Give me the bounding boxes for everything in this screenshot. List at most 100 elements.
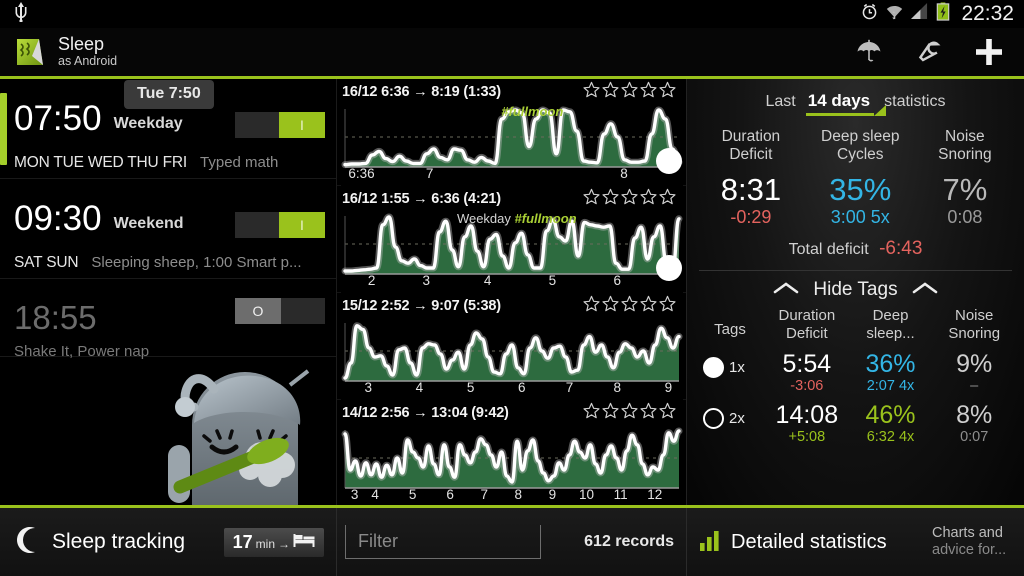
tag-bullet-icon xyxy=(703,356,724,378)
star-icon[interactable] xyxy=(640,188,657,210)
sleep-record-card[interactable]: 15/12 2:52 → 9:07 (5:38) 3 4 5 6 7 8 9 xyxy=(337,293,686,400)
action-bar-actions xyxy=(852,35,1024,69)
rating-stars[interactable] xyxy=(583,188,680,210)
axis-label: 10 xyxy=(579,487,595,502)
star-icon[interactable] xyxy=(602,295,619,317)
star-icon[interactable] xyxy=(640,295,657,317)
hide-tags-button[interactable]: Hide Tags xyxy=(687,271,1024,303)
star-icon[interactable] xyxy=(602,402,619,424)
rating-stars[interactable] xyxy=(583,402,680,424)
chevron-up-icon-left xyxy=(773,279,799,301)
tag-value: 9% xyxy=(956,349,993,378)
star-icon[interactable] xyxy=(621,402,638,424)
star-icon[interactable] xyxy=(583,188,600,210)
stats-headers-row: Duration Deficit Deep sleep Cycles Noise… xyxy=(687,116,1024,165)
tag-value: 36% xyxy=(865,349,916,378)
chevron-down-icon xyxy=(874,105,887,116)
alarm-toggle[interactable]: I xyxy=(234,111,326,139)
axis-label: 9 xyxy=(548,487,557,502)
star-icon[interactable] xyxy=(659,402,676,424)
page-title: Sleep xyxy=(58,34,105,55)
sleep-duration-chip[interactable]: 17 min → xyxy=(223,527,324,557)
filter-input[interactable]: Filter xyxy=(345,525,541,559)
chip-unit: min xyxy=(255,536,275,551)
star-icon[interactable] xyxy=(583,402,600,424)
alarm-days: SAT SUN xyxy=(14,254,79,271)
charts-advice-label[interactable]: Charts and advice for... xyxy=(932,525,1024,559)
sleep-record-card[interactable]: 14/12 2:56 → 13:04 (9:42) 3 4 5 6 7 8 9 10 11 12 xyxy=(337,400,686,505)
star-icon[interactable] xyxy=(602,188,619,210)
stats-subvalue: 3:00 5x xyxy=(830,207,890,228)
stats-col-title: Noise xyxy=(945,128,985,145)
stats-header: Last 14 days statistics xyxy=(687,79,1024,116)
usb-icon xyxy=(14,1,28,27)
bar-chart-icon xyxy=(699,528,723,557)
app-screen: 22:32 Sleep as Android Tue 7:50 07:50 We… xyxy=(0,0,1024,576)
stats-col-subtitle: Deficit xyxy=(729,146,773,164)
tag-row[interactable]: 1x 5:54 -3:06 36% 2:07 4x 9% – xyxy=(687,347,1024,394)
star-icon[interactable] xyxy=(621,295,638,317)
tag-subvalue: +5:08 xyxy=(788,429,826,446)
detailed-statistics-label: Detailed statistics xyxy=(731,530,887,553)
alarm-toggle-knob: I xyxy=(279,212,325,238)
alarm-detail: Sleeping sheep, 1:00 Smart p... xyxy=(91,254,302,271)
app-subtitle: as Android xyxy=(58,54,118,69)
rating-stars[interactable] xyxy=(583,295,680,317)
tag-cell-duration: 14:08 +5:08 xyxy=(765,402,849,446)
star-icon[interactable] xyxy=(659,81,676,103)
stats-col-subtitle: Cycles xyxy=(837,146,884,164)
star-icon[interactable] xyxy=(640,402,657,424)
stats-value-duration: 8:31 -0:29 xyxy=(697,167,805,229)
star-icon[interactable] xyxy=(583,81,600,103)
alarm-row[interactable]: 18:55 Shake It, Power nap O xyxy=(0,279,336,360)
stats-value: 35% xyxy=(829,171,892,207)
star-icon[interactable] xyxy=(640,81,657,103)
alarm-toggle[interactable]: I xyxy=(234,211,326,239)
graph-header: 15/12 2:52 → 9:07 (5:38) xyxy=(337,293,686,317)
tag-value: 46% xyxy=(865,401,916,430)
alarm-enabled-edge xyxy=(0,93,7,165)
axis-label: 3 xyxy=(422,273,431,288)
star-icon[interactable] xyxy=(621,188,638,210)
axis-label: 9 xyxy=(664,380,673,395)
tag-value: 8% xyxy=(956,401,993,430)
axis-label: 7 xyxy=(480,487,488,502)
total-deficit-value: -6:43 xyxy=(879,238,923,260)
graphs-column[interactable]: 16/12 6:36 → 8:19 (1:33) #fullmoon 6:36 7… xyxy=(336,79,686,505)
graph-axis: 6:36 7 8 xyxy=(341,166,682,185)
alarm-toggle-knob: I xyxy=(279,112,325,138)
star-icon[interactable] xyxy=(659,188,676,210)
tag-row[interactable]: 2x 14:08 +5:08 46% 6:32 4x 8% 0:07 xyxy=(687,398,1024,445)
sleep-record-card[interactable]: 16/12 1:55 → 6:36 (4:21) Weekday #fullmo… xyxy=(337,186,686,293)
sleep-tracking-button[interactable]: Sleep tracking 17 min → xyxy=(0,526,336,559)
star-icon[interactable] xyxy=(621,81,638,103)
wrench-icon[interactable] xyxy=(912,35,946,69)
detailed-statistics-button[interactable]: Detailed statistics Charts and advice fo… xyxy=(686,508,1024,576)
star-icon[interactable] xyxy=(583,295,600,317)
graph-title: 14/12 2:56 → 13:04 (9:42) xyxy=(342,405,509,421)
stats-col-noise: Noise Snoring xyxy=(916,128,1014,165)
tags-col-noise: Noise Snoring xyxy=(932,307,1016,342)
alarm-clock-icon xyxy=(860,2,879,26)
tag-subvalue: – xyxy=(970,378,979,395)
graph-header: 16/12 6:36 → 8:19 (1:33) xyxy=(337,79,686,103)
star-icon[interactable] xyxy=(602,81,619,103)
graph-title: 16/12 6:36 → 8:19 (1:33) xyxy=(342,84,501,100)
axis-label: 8 xyxy=(514,487,523,502)
stats-values-row: 8:31 -0:29 35% 3:00 5x 7% 0:08 xyxy=(687,165,1024,229)
star-icon[interactable] xyxy=(659,295,676,317)
statistics-column: Last 14 days statistics Duration Deficit… xyxy=(686,79,1024,505)
chevron-up-icon-right xyxy=(912,279,938,301)
alarm-toggle[interactable]: O xyxy=(234,297,326,325)
signal-icon xyxy=(910,3,929,25)
alarm-row[interactable]: 09:30 Weekend SAT SUN Sleeping sheep, 1:… xyxy=(0,179,336,279)
axis-label: 6:36 xyxy=(348,166,375,181)
alarm-toggle-knob: O xyxy=(235,298,281,324)
plus-icon[interactable] xyxy=(972,35,1006,69)
stats-period-selector[interactable]: 14 days xyxy=(805,91,887,116)
rating-stars[interactable] xyxy=(583,81,680,103)
sleep-record-card[interactable]: 16/12 6:36 → 8:19 (1:33) #fullmoon 6:36 7… xyxy=(337,79,686,186)
bed-icon xyxy=(293,533,315,553)
umbrella-icon[interactable] xyxy=(852,35,886,69)
graph-marker-dot xyxy=(656,148,682,174)
